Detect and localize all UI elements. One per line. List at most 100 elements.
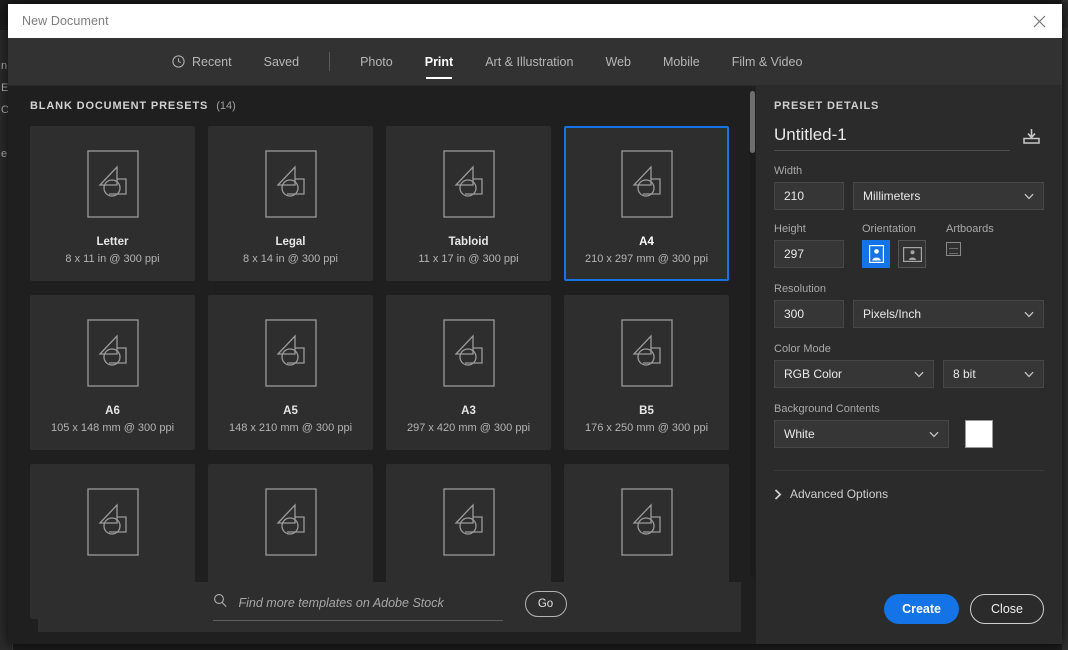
- presets-scrollbar-thumb[interactable]: [750, 91, 755, 153]
- tab-saved[interactable]: Saved: [248, 38, 315, 85]
- document-thumbnail-icon: [265, 150, 317, 218]
- advanced-options-label: Advanced Options: [790, 487, 888, 501]
- document-thumbnail-icon: [621, 319, 673, 387]
- background-contents-label: Background Contents: [774, 403, 1044, 415]
- tab-web[interactable]: Web: [589, 38, 646, 85]
- close-button[interactable]: Close: [970, 594, 1044, 624]
- preset-meta: 176 x 250 mm @ 300 ppi: [585, 422, 708, 434]
- preset-card-tabloid[interactable]: Tabloid11 x 17 in @ 300 ppi: [386, 126, 551, 281]
- height-orientation-row: Height Orientation: [774, 223, 1044, 268]
- preset-meta: 8 x 11 in @ 300 ppi: [65, 253, 159, 265]
- chevron-down-icon: [929, 431, 939, 438]
- background-color-swatch[interactable]: [965, 420, 993, 448]
- preset-name: Legal: [275, 236, 305, 248]
- height-label: Height: [774, 223, 844, 235]
- color-mode-label: Color Mode: [774, 343, 1044, 355]
- width-unit-select[interactable]: Millimeters: [853, 182, 1044, 210]
- preset-card-a4[interactable]: A4210 x 297 mm @ 300 ppi: [564, 126, 729, 281]
- dialog-action-buttons: Create Close: [884, 594, 1044, 624]
- chevron-down-icon: [1024, 311, 1034, 318]
- tab-label: Web: [605, 55, 630, 69]
- preset-details-heading: PRESET DETAILS: [774, 100, 1044, 112]
- stock-go-button[interactable]: Go: [525, 591, 567, 617]
- resolution-unit-value: Pixels/Inch: [863, 307, 921, 321]
- preset-card-legal[interactable]: Legal 8 x 14 in @ 300 ppi: [208, 126, 373, 281]
- document-thumbnail-icon: [87, 150, 139, 218]
- resolution-input[interactable]: [774, 300, 844, 328]
- stock-search-field[interactable]: [213, 593, 503, 621]
- preset-name: A5: [283, 405, 298, 417]
- document-thumbnail-icon: [443, 319, 495, 387]
- tab-mobile[interactable]: Mobile: [647, 38, 716, 85]
- document-thumbnail-icon: [87, 488, 139, 556]
- bit-depth-select[interactable]: 8 bit: [943, 360, 1044, 388]
- width-label: Width: [774, 165, 1044, 177]
- clock-icon: [172, 55, 185, 68]
- resolution-group: Resolution Pixels/Inch: [774, 283, 1044, 328]
- tab-label: Art & Illustration: [485, 55, 573, 69]
- document-thumbnail-icon: [621, 488, 673, 556]
- background-contents-select[interactable]: White: [774, 420, 949, 448]
- presets-scrollbar[interactable]: [750, 91, 755, 577]
- document-thumbnail-icon: [621, 150, 673, 218]
- tab-divider: [329, 52, 330, 71]
- background-contents-value: White: [784, 427, 815, 441]
- dialog-body: BLANK DOCUMENT PRESETS (14) Letter8 x 11…: [8, 86, 1062, 644]
- adobe-stock-search-bar: Go: [38, 582, 741, 632]
- background-panel-icon: [1061, 2, 1068, 28]
- bg-tool-letter: n: [1, 60, 7, 72]
- preset-details-pane: PRESET DETAILS Width Millimeter: [756, 86, 1062, 644]
- document-thumbnail-icon: [443, 150, 495, 218]
- color-mode-group: Color Mode RGB Color 8 bit: [774, 343, 1044, 388]
- tab-art-illustration[interactable]: Art & Illustration: [469, 38, 589, 85]
- artboards-group: Artboards: [946, 223, 994, 268]
- advanced-options-toggle[interactable]: Advanced Options: [774, 470, 1044, 501]
- document-thumbnail-icon: [443, 488, 495, 556]
- preset-card-a3[interactable]: A3297 x 420 mm @ 300 ppi: [386, 295, 551, 450]
- stock-search-input[interactable]: [239, 596, 503, 610]
- resolution-unit-select[interactable]: Pixels/Inch: [853, 300, 1044, 328]
- tab-print[interactable]: Print: [409, 38, 469, 85]
- bit-depth-value: 8 bit: [953, 367, 976, 381]
- preset-name: B5: [639, 405, 654, 417]
- preset-name: Letter: [97, 236, 129, 248]
- preset-name: A4: [639, 236, 654, 248]
- portrait-icon[interactable]: [862, 240, 890, 268]
- orientation-group: Orientation: [862, 223, 926, 268]
- background-right-panel: [1062, 0, 1068, 650]
- create-button[interactable]: Create: [884, 594, 959, 624]
- tab-label: Mobile: [663, 55, 700, 69]
- landscape-icon[interactable]: [898, 240, 926, 268]
- blank-document-presets-pane: BLANK DOCUMENT PRESETS (14) Letter8 x 11…: [8, 86, 756, 644]
- preset-card-b5[interactable]: B5 176 x 250 mm @ 300 ppi: [564, 295, 729, 450]
- artboards-label: Artboards: [946, 223, 994, 235]
- preset-card-a5[interactable]: A5 148 x 210 mm @ 300 ppi: [208, 295, 373, 450]
- document-name-input[interactable]: [774, 125, 1010, 151]
- preset-card-a6[interactable]: A6105 x 148 mm @ 300 ppi: [30, 295, 195, 450]
- preset-card-letter[interactable]: Letter 8 x 11 in @ 300 ppi: [30, 126, 195, 281]
- category-tab-bar: Recent Saved Photo Print Art & Illustrat…: [8, 38, 1062, 86]
- presets-grid: Letter 8 x 11 in @ 300 ppi Legal 8 x 14 in…: [30, 126, 756, 619]
- preset-meta: 8 x 14 in @ 300 ppi: [243, 253, 338, 265]
- artboards-checkbox[interactable]: [946, 242, 961, 256]
- document-thumbnail-icon: [87, 319, 139, 387]
- save-preset-icon[interactable]: [1018, 124, 1044, 148]
- background-contents-group: Background Contents White: [774, 403, 1044, 448]
- preset-meta: 148 x 210 mm @ 300 ppi: [229, 422, 352, 434]
- bg-tool-letter: e: [1, 148, 7, 160]
- close-icon[interactable]: [1016, 4, 1062, 38]
- tab-label: Photo: [360, 55, 393, 69]
- color-mode-select[interactable]: RGB Color: [774, 360, 934, 388]
- tab-label: Recent: [192, 55, 232, 69]
- chevron-down-icon: [1024, 193, 1034, 200]
- new-document-dialog: New Document Recent Saved Photo: [8, 4, 1062, 644]
- tab-photo[interactable]: Photo: [344, 38, 409, 85]
- chevron-down-icon: [914, 371, 924, 378]
- tab-recent[interactable]: Recent: [156, 38, 248, 85]
- tab-label: Film & Video: [732, 55, 803, 69]
- height-input[interactable]: [774, 240, 844, 268]
- orientation-label: Orientation: [862, 223, 926, 235]
- preset-meta: 11 x 17 in @ 300 ppi: [418, 253, 518, 265]
- width-input[interactable]: [774, 182, 844, 210]
- tab-film-video[interactable]: Film & Video: [716, 38, 819, 85]
